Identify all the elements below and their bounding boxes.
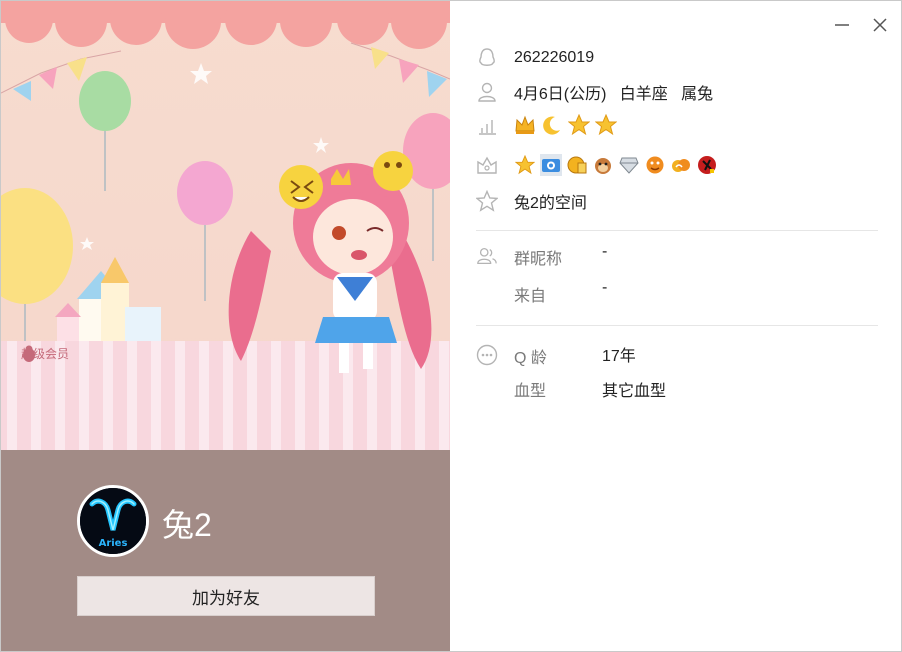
service-icons — [514, 154, 718, 176]
qq-number: 262226019 — [514, 49, 595, 66]
level-row — [476, 115, 498, 137]
close-button[interactable] — [868, 13, 892, 37]
divider — [476, 230, 878, 231]
group-nickname-value: - — [602, 243, 608, 260]
group-people-icon — [476, 245, 498, 267]
more-row — [476, 344, 498, 366]
qage-label: Q 龄 — [514, 350, 547, 367]
star-outline-icon — [476, 190, 498, 212]
blood-type-label: 血型 — [514, 383, 547, 400]
blood-type-value: 其它血型 — [602, 383, 667, 400]
left-panel: 超级会员 Aries 兔2 加为好友 — [1, 1, 450, 651]
orange-face-icon[interactable] — [644, 154, 666, 176]
birthday-row: 4月6日(公历) 白羊座 属兔 — [476, 81, 713, 103]
profile-card-window: 超级会员 Aries 兔2 加为好友 262226019 4月6日(公历) 白羊… — [0, 0, 902, 652]
avatar-text: Aries — [99, 538, 128, 549]
vip-penguin-icon — [23, 345, 35, 362]
star-icon[interactable] — [568, 114, 590, 136]
moon-icon[interactable] — [541, 114, 563, 136]
camera-icon[interactable] — [540, 154, 562, 176]
divider — [476, 325, 878, 326]
minimize-icon — [835, 24, 849, 26]
yellow-star-icon[interactable] — [514, 154, 536, 176]
red-figure-icon[interactable] — [696, 154, 718, 176]
monkey-icon[interactable] — [592, 154, 614, 176]
level-icons — [514, 114, 617, 136]
qq-number-row: 262226019 — [476, 47, 594, 69]
birthday-info: 4月6日(公历) 白羊座 属兔 — [514, 86, 714, 103]
star-icon[interactable] — [595, 114, 617, 136]
person-icon — [476, 81, 498, 103]
space-row[interactable]: 兔2的空间 — [476, 190, 587, 212]
orange-cloud-icon[interactable] — [670, 154, 692, 176]
qage-value: 17年 — [602, 348, 636, 365]
from-label: 来自 — [514, 288, 547, 305]
gold-medal-icon[interactable] — [566, 154, 588, 176]
more-dots-icon — [476, 344, 498, 366]
add-friend-button[interactable]: 加为好友 — [77, 576, 375, 616]
crown-outline-icon — [476, 154, 498, 176]
super-vip-badge: 超级会员 — [21, 345, 69, 362]
crown-icon[interactable] — [514, 114, 536, 136]
avatar[interactable]: Aries — [77, 485, 149, 557]
space-link[interactable]: 兔2的空间 — [514, 189, 587, 213]
profile-band — [1, 450, 450, 651]
level-chart-icon — [476, 115, 498, 137]
services-row — [476, 154, 498, 176]
group-nickname-label: 群昵称 — [514, 251, 563, 268]
group-row — [476, 245, 498, 267]
nickname: 兔2 — [162, 507, 212, 543]
cover-image: 超级会员 — [1, 1, 450, 450]
from-value: - — [602, 279, 608, 296]
diamond-icon[interactable] — [618, 154, 640, 176]
close-icon — [873, 18, 887, 32]
penguin-icon — [476, 47, 498, 69]
minimize-button[interactable] — [830, 13, 854, 37]
